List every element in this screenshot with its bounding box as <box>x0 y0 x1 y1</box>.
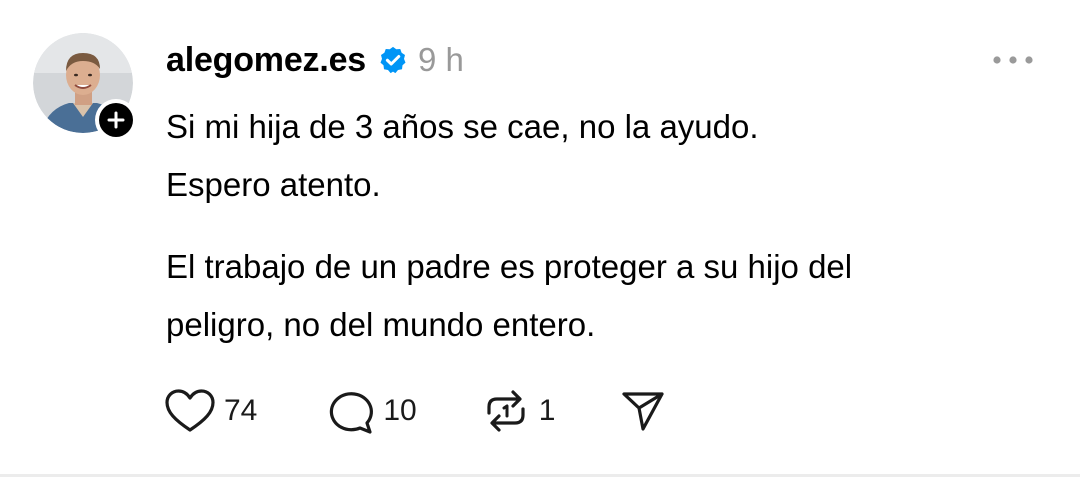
repost-count: 1 <box>538 394 556 427</box>
follow-button[interactable] <box>95 99 137 141</box>
share-button[interactable] <box>619 386 667 436</box>
post-line: peligro, no del mundo entero. <box>166 306 596 343</box>
comment-icon <box>330 392 374 434</box>
post-line: Si mi hija de 3 años se cae, no la ayudo… <box>166 108 759 145</box>
verified-badge-icon <box>380 46 406 74</box>
heart-icon <box>165 389 215 432</box>
send-icon <box>622 392 665 431</box>
follow-badge-inner <box>99 103 133 137</box>
author-avatar-container <box>33 33 137 141</box>
post-paragraph-2: El trabajo de un padre es proteger a su … <box>166 238 852 354</box>
reply-button[interactable]: 10 <box>325 386 417 436</box>
post-paragraph-1: Si mi hija de 3 años se cae, no la ayudo… <box>166 98 759 214</box>
reply-count: 10 <box>383 394 417 427</box>
like-count: 74 <box>224 394 258 427</box>
plus-icon <box>107 111 125 129</box>
thread-post: alegomez.es 9 h Si mi hija de 3 años se … <box>0 0 1080 474</box>
post-header: alegomez.es 9 h <box>166 34 464 86</box>
repost-icon <box>487 390 525 432</box>
post-line: El trabajo de un padre es proteger a su … <box>166 248 853 285</box>
post-timestamp: 9 h <box>418 41 464 78</box>
like-button[interactable]: 74 <box>164 386 257 436</box>
author-username[interactable]: alegomez.es <box>166 41 366 80</box>
post-line: Espero atento. <box>166 166 381 203</box>
post-actions: 74 10 1 <box>164 386 667 436</box>
more-horizontal-icon[interactable] <box>990 50 1036 70</box>
repost-button[interactable]: 1 <box>481 386 556 436</box>
